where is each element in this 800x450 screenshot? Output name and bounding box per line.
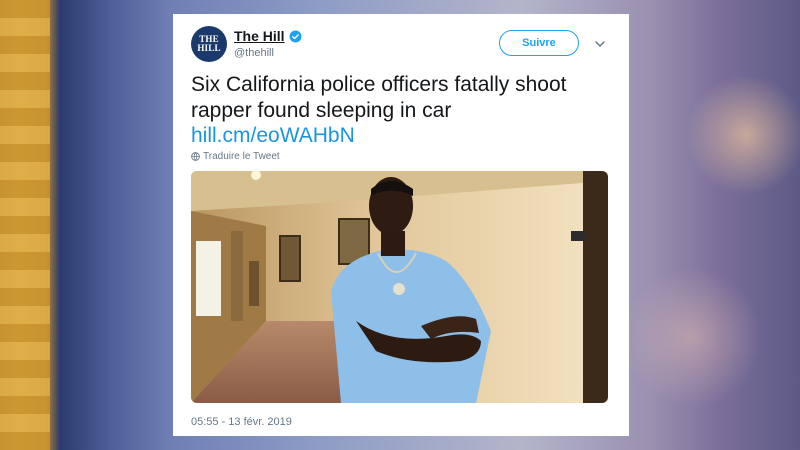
globe-icon — [191, 152, 200, 161]
background-gold-stripes — [0, 0, 50, 450]
tweet-link[interactable]: hill.cm/eoWAHbN — [191, 123, 355, 149]
author-handle[interactable]: @thehill — [234, 47, 274, 59]
background-blur — [620, 0, 800, 450]
author-name[interactable]: The Hill — [234, 28, 285, 44]
photo-man-in-hallway — [191, 171, 608, 403]
chevron-down-icon[interactable] — [594, 38, 606, 50]
avatar[interactable]: THE HILL — [191, 26, 227, 62]
tweet-timestamp[interactable]: 05:55 - 13 févr. 2019 — [191, 416, 292, 428]
author-row: The Hill — [234, 28, 302, 44]
translate-label: Traduire le Tweet — [203, 151, 280, 162]
tweet-card: THE HILL The Hill @thehill Suivre Six Ca… — [173, 14, 629, 436]
translate-tweet[interactable]: Traduire le Tweet — [191, 151, 280, 162]
verified-badge-icon — [289, 30, 302, 42]
follow-button[interactable]: Suivre — [499, 30, 579, 56]
tweet-photo[interactable] — [191, 171, 608, 403]
tweet-text: Six California police officers fatally s… — [191, 73, 567, 122]
avatar-text-bottom: HILL — [197, 43, 221, 53]
